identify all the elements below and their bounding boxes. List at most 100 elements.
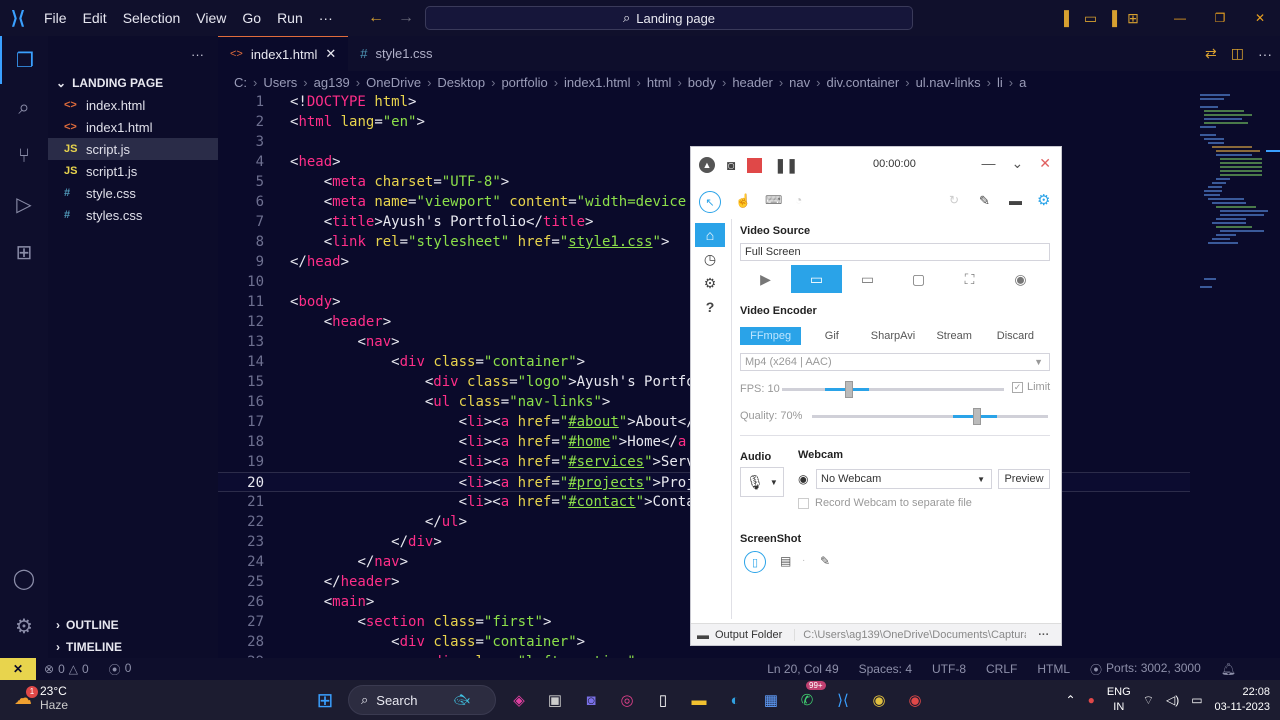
menu-more[interactable]: ··· [311, 0, 341, 36]
windows-start-icon[interactable]: ⊞ [312, 687, 338, 713]
folder-landing-page[interactable]: ⌄ LANDING PAGE [48, 72, 218, 94]
tab-index1-html[interactable]: <> index1.html ✕ [218, 36, 349, 71]
forward-arrow-icon[interactable]: → [398, 9, 414, 27]
extensions-icon[interactable]: ⊞ [0, 228, 48, 276]
command-center[interactable]: ⌕ Landing page [425, 6, 913, 30]
quality-slider[interactable] [812, 408, 1048, 425]
wifi-icon[interactable]: ⌔ [1143, 693, 1154, 708]
close-icon[interactable]: ✕ [1240, 0, 1280, 36]
menu-file[interactable]: File [36, 0, 75, 36]
task-view-icon[interactable]: ▣ [542, 687, 568, 713]
tray-app-icon[interactable]: ● [1088, 693, 1095, 707]
minimize-icon[interactable]: — [982, 155, 996, 172]
breadcrumb-item[interactable]: ag139 [314, 75, 350, 90]
indentation[interactable]: Spaces: 4 [859, 662, 912, 676]
source-control-icon[interactable]: ⑂ [0, 132, 48, 180]
window-source-icon[interactable]: ▢ [893, 265, 944, 293]
whatsapp-icon[interactable]: ✆ 99+ [794, 681, 826, 713]
maximize-icon[interactable]: ❐ [1200, 0, 1240, 36]
language-mode[interactable]: HTML [1037, 662, 1070, 676]
toggle-secondary-sidebar-icon[interactable]: ▐ [1107, 10, 1117, 26]
webcam-source-icon[interactable]: ▶ [740, 265, 791, 293]
tab-style1-css[interactable]: # style1.css [348, 36, 444, 71]
video-source-field[interactable]: Full Screen [740, 243, 1050, 261]
home-icon[interactable]: ⌂ [695, 223, 725, 247]
pause-icon[interactable]: ❚❚ [774, 157, 797, 174]
fps-slider[interactable] [782, 381, 1004, 398]
menu-go[interactable]: Go [234, 0, 269, 36]
file-item-style-css[interactable]: # style.css [48, 182, 218, 204]
back-arrow-icon[interactable]: ← [368, 9, 384, 27]
copilot-icon[interactable]: ◈ [506, 687, 532, 713]
forwarded-ports[interactable]: ⦿ Ports: 3002, 3000 [1090, 661, 1201, 678]
help-icon[interactable]: ? [695, 295, 725, 319]
manage-gear-icon[interactable]: ⚙ [0, 602, 48, 650]
toggle-panel-icon[interactable]: ▭ [1084, 10, 1097, 27]
microphone-button[interactable]: 🎙 ▼ [740, 467, 784, 497]
breadcrumb-item[interactable]: li [997, 75, 1003, 90]
preview-button[interactable]: Preview [998, 469, 1050, 489]
open-changes-icon[interactable]: ⇄ [1205, 45, 1217, 62]
history-icon[interactable]: ◷ [695, 247, 725, 271]
code-line[interactable]: 2 <html lang="en"> [218, 112, 1190, 132]
encoding[interactable]: UTF-8 [932, 662, 966, 676]
camera-icon[interactable]: ◙ [727, 157, 735, 173]
chevron-double-down-icon[interactable]: ⌄ [1012, 155, 1024, 172]
region-source-icon[interactable]: ⛶ [944, 265, 995, 293]
timeline-section[interactable]: › TIMELINE [48, 636, 218, 658]
weather-widget[interactable]: ☁ 1 23°C Haze [14, 684, 68, 712]
record-button[interactable] [747, 157, 763, 173]
clipboard-icon[interactable]: ▤ [780, 554, 791, 568]
minimize-icon[interactable]: — [1160, 0, 1200, 36]
ports-status[interactable]: ⦿ 0 [109, 661, 132, 678]
encoder-tab-gif[interactable]: Gif [801, 327, 862, 345]
full-screen-source-icon[interactable]: ▭ [791, 265, 842, 293]
more-actions-icon[interactable]: ··· [1258, 46, 1272, 62]
outline-section[interactable]: › OUTLINE [48, 614, 218, 636]
account-icon[interactable]: ◯ [0, 554, 48, 602]
screenshot-file-icon[interactable]: ▯ [744, 551, 766, 573]
encoder-tab-stream[interactable]: Stream [924, 327, 985, 345]
toggle-primary-sidebar-icon[interactable]: ▌ [1064, 10, 1074, 26]
volume-icon[interactable]: ◁) [1166, 693, 1179, 707]
breadcrumb-item[interactable]: body [688, 75, 716, 90]
folder-icon[interactable]: ▬ [697, 628, 709, 642]
keyboard-icon[interactable]: ⌨ [765, 193, 782, 207]
breadcrumb-item[interactable]: html [647, 75, 672, 90]
search-icon[interactable]: ⌕ [0, 84, 48, 132]
menu-selection[interactable]: Selection [115, 0, 189, 36]
encoder-tab-ffmpeg[interactable]: FFmpeg [740, 327, 802, 345]
breadcrumb-item[interactable]: Desktop [437, 75, 485, 90]
settings-icon[interactable]: ⚙ [695, 271, 725, 295]
breadcrumb-item[interactable]: index1.html [564, 75, 630, 90]
teams-chat-icon[interactable]: ◙ [578, 687, 604, 713]
file-item-styles-css[interactable]: # styles.css [48, 204, 218, 226]
collapse-icon[interactable]: ▲ [699, 157, 715, 173]
fps-slider-knob[interactable] [845, 381, 853, 398]
file-explorer-icon[interactable]: ▬ [686, 687, 712, 713]
close-icon[interactable]: ✕ [1039, 155, 1051, 172]
menu-run[interactable]: Run [269, 0, 311, 36]
tab-close-icon[interactable]: ✕ [325, 46, 336, 62]
quality-slider-knob[interactable] [973, 408, 981, 425]
vscode-taskbar-icon[interactable]: ⟩⟨ [830, 687, 856, 713]
file-item-script1-js[interactable]: JS script1.js [48, 160, 218, 182]
remote-icon[interactable]: ✕ [0, 658, 36, 680]
limit-checkbox[interactable]: ✓ Limit [1012, 381, 1050, 393]
file-item-index-html[interactable]: <> index.html [48, 94, 218, 116]
microsoft-store-icon[interactable]: ▦ [758, 687, 784, 713]
breadcrumb-item[interactable]: ul.nav-links [916, 75, 981, 90]
document-app-icon[interactable]: ▯ [650, 687, 676, 713]
gamepad-source-icon[interactable]: ◉ [995, 265, 1046, 293]
edit-pencil-icon[interactable]: ✎ [820, 554, 830, 568]
customize-layout-icon[interactable]: ⊞ [1127, 10, 1139, 27]
breadcrumb-item[interactable]: portfolio [501, 75, 547, 90]
file-item-index1-html[interactable]: <> index1.html [48, 116, 218, 138]
edge-browser-icon[interactable]: ◐ [722, 687, 748, 713]
breadcrumb-item[interactable]: header [732, 75, 772, 90]
breadcrumb-item[interactable]: C: [234, 75, 247, 90]
output-more-button[interactable]: ··· [1038, 629, 1049, 641]
captura-icon[interactable]: ◉ [902, 687, 928, 713]
encoder-tab-discard[interactable]: Discard [985, 327, 1046, 345]
file-item-script-js[interactable]: JS script.js [48, 138, 218, 160]
